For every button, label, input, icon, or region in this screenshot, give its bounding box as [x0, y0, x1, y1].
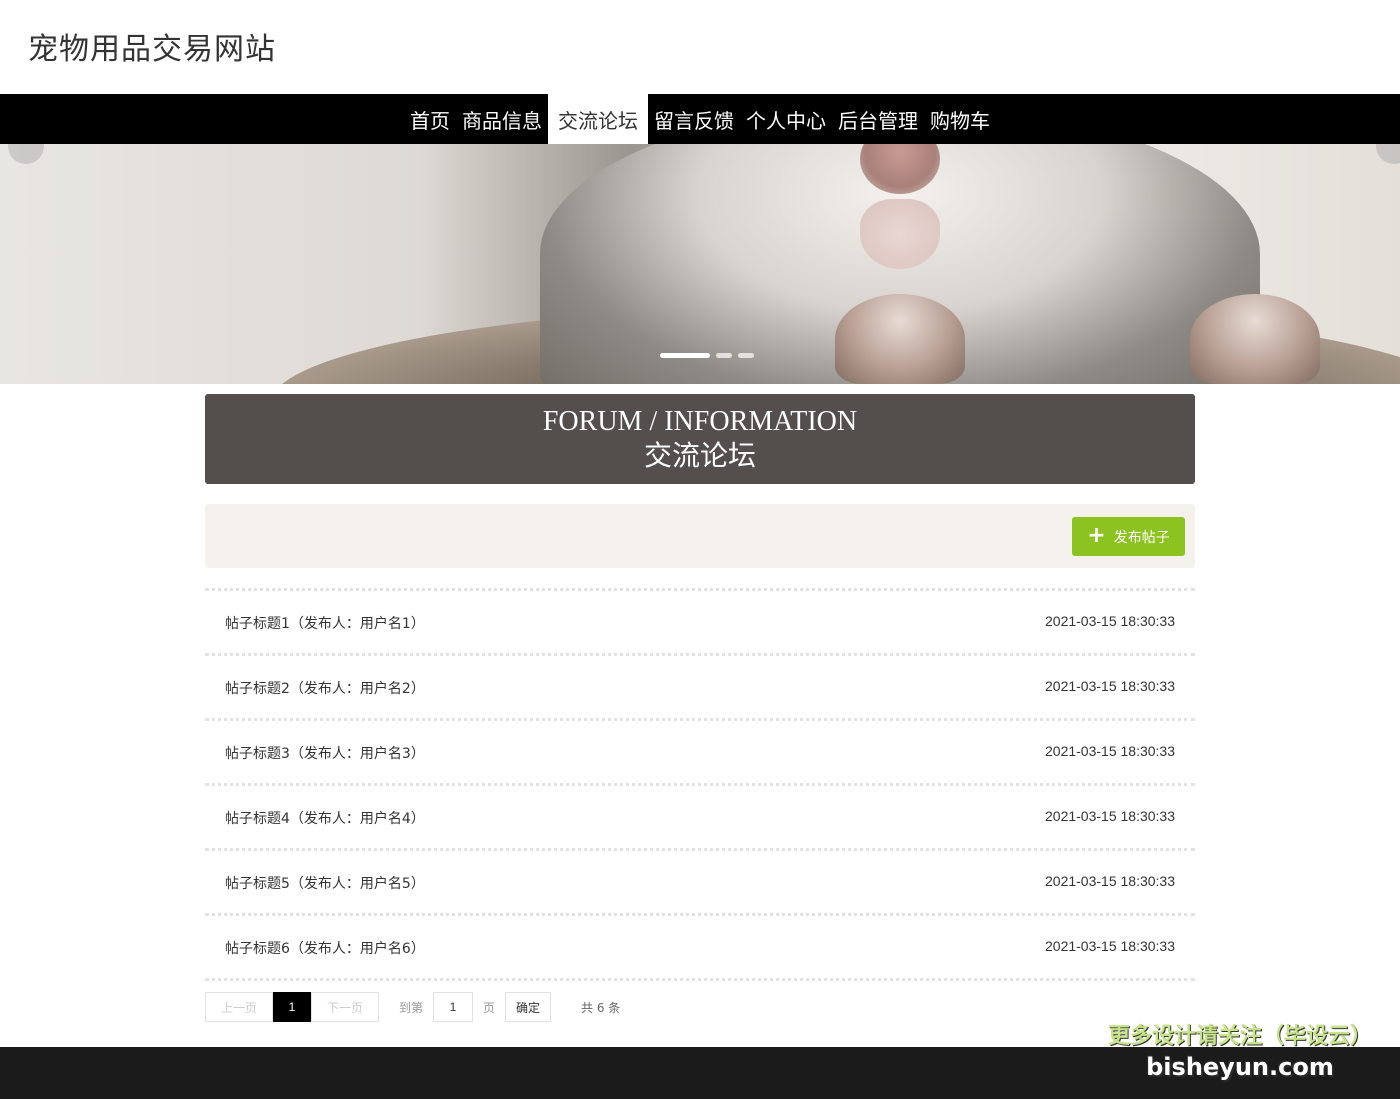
carousel-dot[interactable]	[738, 353, 754, 358]
post-time: 2021-03-15 18:30:33	[1045, 678, 1175, 694]
carousel-dot[interactable]	[660, 353, 710, 358]
page-number-input[interactable]	[433, 992, 474, 1022]
forum-toolbar: + 发布帖子	[205, 504, 1195, 568]
post-row[interactable]: 帖子标题4（发布人：用户名4） 2021-03-15 18:30:33	[205, 786, 1195, 851]
carousel-dot[interactable]	[716, 353, 732, 358]
nav-item-feedback[interactable]: 留言反馈	[648, 94, 740, 144]
goto-label: 到第	[399, 1000, 424, 1015]
carousel-prev-arrow-icon[interactable]	[8, 144, 44, 164]
confirm-page-button[interactable]: 确定	[505, 992, 552, 1022]
watermark-line1: 更多设计请关注（毕设云）	[1107, 1024, 1372, 1049]
post-row[interactable]: 帖子标题2（发布人：用户名2） 2021-03-15 18:30:33	[205, 656, 1195, 721]
post-time: 2021-03-15 18:30:33	[1045, 938, 1175, 954]
post-row[interactable]: 帖子标题1（发布人：用户名1） 2021-03-15 18:30:33	[205, 591, 1195, 656]
post-title[interactable]: 帖子标题3（发布人：用户名3）	[225, 743, 425, 763]
banner-carousel[interactable]	[0, 144, 1400, 384]
publish-post-label: 发布帖子	[1113, 529, 1170, 546]
watermark-line2: bisheyun.com	[1146, 1053, 1334, 1081]
post-time: 2021-03-15 18:30:33	[1045, 613, 1175, 629]
forum-title-en: FORUM / INFORMATION	[542, 406, 858, 437]
watermark: 更多设计请关注（毕设云） bisheyun.com	[1108, 1022, 1372, 1082]
post-title[interactable]: 帖子标题2（发布人：用户名2）	[225, 678, 425, 698]
nav-item-home[interactable]: 首页	[404, 94, 456, 144]
post-row[interactable]: 帖子标题6（发布人：用户名6） 2021-03-15 18:30:33	[205, 916, 1195, 981]
post-time: 2021-03-15 18:30:33	[1045, 873, 1175, 889]
banner-image-paw	[1190, 294, 1320, 384]
post-time: 2021-03-15 18:30:33	[1045, 743, 1175, 759]
site-header: 宠物用品交易网站	[0, 0, 1400, 94]
post-row[interactable]: 帖子标题3（发布人：用户名3） 2021-03-15 18:30:33	[205, 721, 1195, 786]
post-title[interactable]: 帖子标题5（发布人：用户名5）	[225, 873, 425, 893]
plus-icon: +	[1087, 522, 1106, 548]
page-unit-label: 页	[483, 1000, 496, 1015]
banner-image-paw	[835, 294, 965, 384]
prev-page-button[interactable]: 上一页	[205, 992, 273, 1022]
pagination: 上一页 1 下一页 到第 页 确定 共 6 条	[205, 991, 1195, 1023]
post-row[interactable]: 帖子标题5（发布人：用户名5） 2021-03-15 18:30:33	[205, 851, 1195, 916]
post-title[interactable]: 帖子标题6（发布人：用户名6）	[225, 938, 425, 958]
forum-title-cn: 交流论坛	[643, 439, 756, 472]
main-nav: 首页 商品信息 交流论坛 留言反馈 个人中心 后台管理 购物车	[0, 94, 1400, 144]
next-page-button[interactable]: 下一页	[311, 992, 379, 1022]
nav-item-products[interactable]: 商品信息	[456, 94, 548, 144]
post-time: 2021-03-15 18:30:33	[1045, 808, 1175, 824]
post-title[interactable]: 帖子标题4（发布人：用户名4）	[225, 808, 425, 828]
post-list: 帖子标题1（发布人：用户名1） 2021-03-15 18:30:33 帖子标题…	[205, 588, 1195, 981]
post-title[interactable]: 帖子标题1（发布人：用户名1）	[225, 613, 425, 633]
publish-post-button[interactable]: + 发布帖子	[1072, 517, 1185, 556]
forum-heading: FORUM / INFORMATION 交流论坛	[205, 394, 1195, 484]
site-title[interactable]: 宠物用品交易网站	[28, 24, 276, 68]
carousel-indicators	[660, 353, 754, 358]
current-page-button[interactable]: 1	[273, 992, 311, 1022]
nav-item-forum[interactable]: 交流论坛	[548, 94, 648, 144]
nav-item-cart[interactable]: 购物车	[924, 94, 996, 144]
carousel-next-arrow-icon[interactable]	[1376, 144, 1400, 164]
nav-item-profile[interactable]: 个人中心	[740, 94, 832, 144]
nav-item-admin[interactable]: 后台管理	[832, 94, 924, 144]
main-content: FORUM / INFORMATION 交流论坛 + 发布帖子 帖子标题1（发布…	[205, 394, 1195, 1023]
banner-image-mouth	[860, 199, 940, 269]
total-count: 共 6 条	[581, 1000, 621, 1015]
